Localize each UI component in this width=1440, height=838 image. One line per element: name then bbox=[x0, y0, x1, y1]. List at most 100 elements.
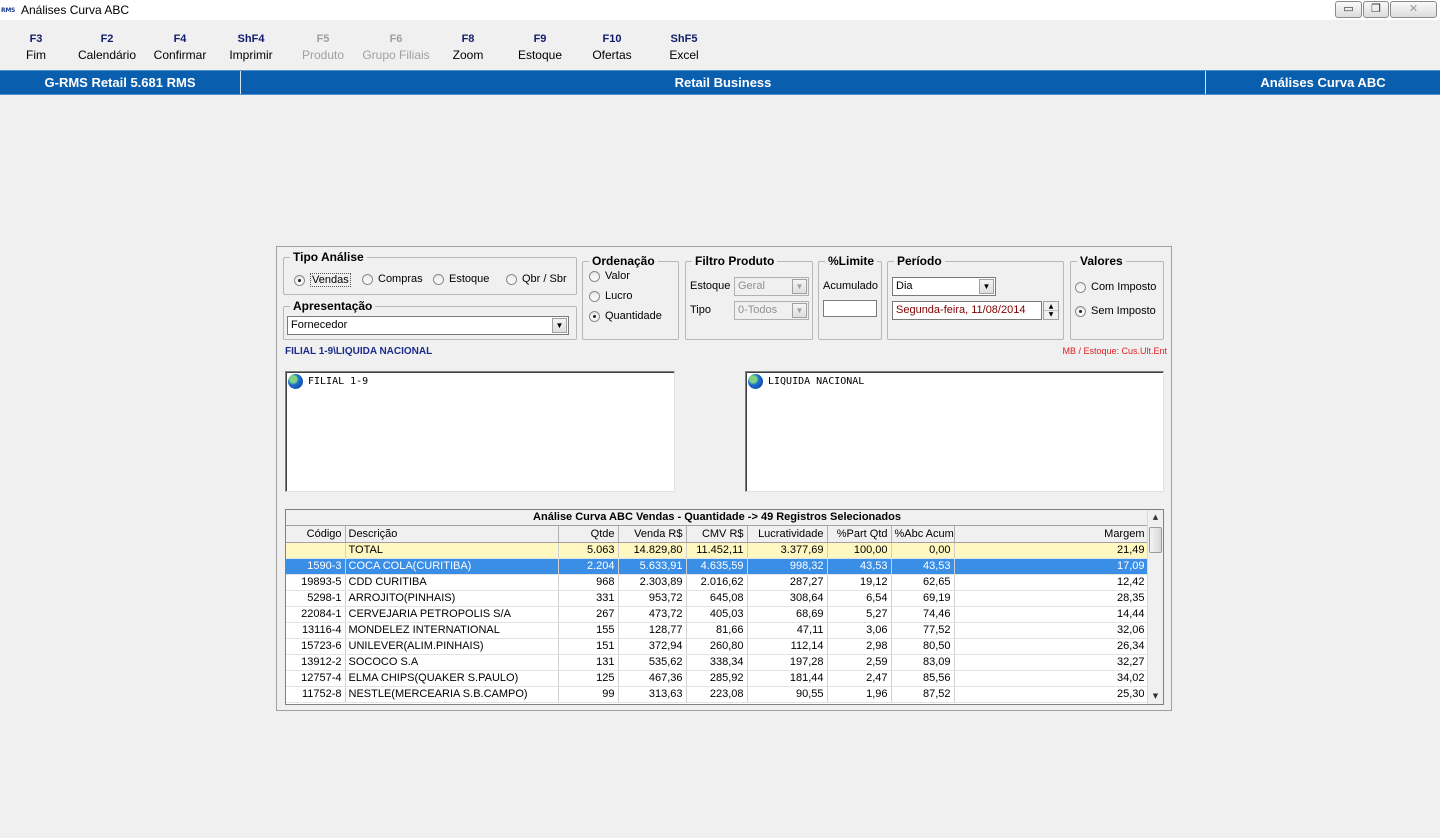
total-row[interactable]: TOTAL 5.063 14.829,80 11.452,11 3.377,69 100,… bbox=[286, 542, 1149, 559]
table-row[interactable]: 19893-5 CDD CURITIBA 968 2.303,89 2.016,62 28… bbox=[286, 574, 1149, 591]
cell-descricao: NESTLE(MERCEARIA S.B.CAMPO) bbox=[345, 686, 559, 703]
cell-descricao: MONDELEZ INTERNATIONAL bbox=[345, 622, 559, 639]
table-row[interactable]: 13116-4 MONDELEZ INTERNATIONAL 155 128,77 81… bbox=[286, 622, 1149, 639]
col-abc-acum[interactable]: %Abc Acum bbox=[891, 526, 955, 543]
radio-compras[interactable]: Compras bbox=[362, 273, 423, 285]
cell-venda: 5.633,91 bbox=[618, 558, 687, 575]
toolbar-button-excel[interactable]: ShF5 Excel bbox=[649, 31, 719, 63]
scroll-thumb[interactable] bbox=[1149, 527, 1162, 553]
estoque-label: Estoque bbox=[690, 280, 731, 292]
apresentacao-select[interactable]: Fornecedor ▼ bbox=[287, 316, 569, 335]
toolbar-button-grupo-filiais[interactable]: F6 Grupo Filiais bbox=[356, 31, 436, 63]
cell-lucr: 3.377,69 bbox=[747, 542, 828, 559]
toolbar-button-calendario[interactable]: F2 Calendário bbox=[72, 31, 142, 63]
table-row[interactable]: 5298-1 ARROJITO(PINHAIS) 331 953,72 645,08 30… bbox=[286, 590, 1149, 607]
col-codigo[interactable]: Código bbox=[286, 526, 346, 543]
cell-part: 3,06 bbox=[827, 622, 892, 639]
toolbar-button-confirmar[interactable]: F4 Confirmar bbox=[145, 31, 215, 63]
radio-sem-imposto[interactable]: Sem Imposto bbox=[1075, 305, 1156, 317]
radio-icon bbox=[433, 273, 444, 285]
shortcut-key: F10 bbox=[602, 33, 622, 45]
col-margem[interactable]: Margem bbox=[954, 526, 1149, 543]
periodo-unit-select[interactable]: Dia ▼ bbox=[892, 277, 996, 296]
toolbar-button-imprimir[interactable]: ShF4 Imprimir bbox=[216, 31, 286, 63]
cell-cmv: 645,08 bbox=[686, 590, 748, 607]
spin-up-icon[interactable]: ▲ bbox=[1044, 302, 1058, 311]
shortcut-key: F2 bbox=[100, 33, 114, 45]
scroll-down-icon[interactable]: ▼ bbox=[1148, 689, 1163, 704]
fornecedor-tree[interactable]: LIQUIDA NACIONAL bbox=[745, 371, 1164, 492]
tree-node-filial[interactable]: FILIAL 1-9 bbox=[288, 374, 368, 389]
acumulado-input[interactable] bbox=[823, 300, 877, 317]
radio-icon bbox=[362, 273, 373, 285]
cell-descricao: ELMA CHIPS(QUAKER S.PAULO) bbox=[345, 670, 559, 687]
cell-qtde: 2.204 bbox=[558, 558, 619, 575]
col-lucratividade[interactable]: Lucratividade bbox=[747, 526, 828, 543]
filtro-produto-group: Filtro Produto Estoque Geral ▼ Tipo 0-To… bbox=[685, 254, 813, 340]
cell-lucr: 90,55 bbox=[747, 686, 828, 703]
col-part-qtd[interactable]: %Part Qtd bbox=[827, 526, 892, 543]
cell-part: 5,27 bbox=[827, 606, 892, 623]
toolbar-label: Excel bbox=[669, 48, 699, 62]
shortcut-key: F5 bbox=[316, 33, 330, 45]
filial-tree[interactable]: FILIAL 1-9 bbox=[285, 371, 675, 492]
selection-path: FILIAL 1-9\LIQUIDA NACIONAL bbox=[285, 346, 433, 357]
grid-caption: Análise Curva ABC Vendas - Quantidade ->… bbox=[286, 510, 1148, 526]
toolbar-label: Calendário bbox=[77, 48, 137, 62]
toolbar-button-produto[interactable]: F5 Produto bbox=[288, 31, 358, 63]
cell-lucr: 998,32 bbox=[747, 558, 828, 575]
radio-com-imposto[interactable]: Com Imposto bbox=[1075, 281, 1156, 293]
toolbar-button-fim[interactable]: F3 Fim bbox=[1, 31, 71, 63]
radio-valor[interactable]: Valor bbox=[589, 270, 630, 282]
table-row[interactable]: 11752-8 NESTLE(MERCEARIA S.B.CAMPO) 99 313,… bbox=[286, 686, 1149, 703]
toolbar-label: Produto bbox=[301, 48, 345, 62]
cell-venda: 467,36 bbox=[618, 670, 687, 687]
restore-button[interactable]: ❐ bbox=[1363, 1, 1389, 18]
header-row: Código Descrição Qtde Venda R$ CMV R$ Lu… bbox=[286, 526, 1149, 543]
cell-lucr: 308,64 bbox=[747, 590, 828, 607]
toolbar-button-zoom[interactable]: F8 Zoom bbox=[433, 31, 503, 63]
tipo-select[interactable]: 0-Todos ▼ bbox=[734, 301, 809, 320]
table-row[interactable]: 13912-2 SOCOCO S.A 131 535,62 338,34 197,28 2,… bbox=[286, 654, 1149, 671]
col-venda[interactable]: Venda R$ bbox=[618, 526, 687, 543]
table-row[interactable]: 15723-6 UNILEVER(ALIM.PINHAIS) 151 372,94 26… bbox=[286, 638, 1149, 655]
group-title: %Limite bbox=[825, 254, 878, 268]
tree-node-liquida[interactable]: LIQUIDA NACIONAL bbox=[748, 374, 864, 389]
table-row[interactable]: 1590-3 COCA COLA(CURITIBA) 2.204 5.633,91 4.… bbox=[286, 558, 1149, 575]
table-row[interactable]: 22084-1 CERVEJARIA PETROPOLIS S/A 267 473,7… bbox=[286, 606, 1149, 623]
toolbar-button-estoque[interactable]: F9 Estoque bbox=[505, 31, 575, 63]
col-cmv[interactable]: CMV R$ bbox=[686, 526, 748, 543]
radio-quantidade[interactable]: Quantidade bbox=[589, 310, 662, 322]
radio-qbr-sbr[interactable]: Qbr / Sbr bbox=[506, 273, 567, 285]
cell-venda: 128,77 bbox=[618, 622, 687, 639]
cell-qtde: 99 bbox=[558, 686, 619, 703]
radio-vendas[interactable]: Vendas bbox=[294, 273, 351, 287]
col-qtde[interactable]: Qtde bbox=[558, 526, 619, 543]
minimize-button[interactable]: ▭ bbox=[1335, 1, 1362, 18]
cell-cmv: 405,03 bbox=[686, 606, 748, 623]
cell-descricao: CDD CURITIBA bbox=[345, 574, 559, 591]
cell-qtde: 5.063 bbox=[558, 542, 619, 559]
cell-abc: 69,19 bbox=[891, 590, 955, 607]
cell-margem: 32,06 bbox=[954, 622, 1149, 639]
radio-lucro[interactable]: Lucro bbox=[589, 290, 633, 302]
estoque-select[interactable]: Geral ▼ bbox=[734, 277, 809, 296]
group-title: Apresentação bbox=[290, 299, 376, 313]
toolbar-label: Grupo Filiais bbox=[362, 48, 430, 62]
limite-group: %Limite Acumulado bbox=[818, 254, 882, 340]
cell-lucr: 181,44 bbox=[747, 670, 828, 687]
cell-codigo: 13912-2 bbox=[286, 654, 346, 671]
col-descricao[interactable]: Descrição bbox=[345, 526, 559, 543]
table-row[interactable]: 12757-4 ELMA CHIPS(QUAKER S.PAULO) 125 467,… bbox=[286, 670, 1149, 687]
vertical-scrollbar[interactable]: ▲ ▼ bbox=[1147, 510, 1163, 704]
toolbar-button-ofertas[interactable]: F10 Ofertas bbox=[577, 31, 647, 63]
analysis-panel: Tipo Análise Vendas Compras Estoque Qbr … bbox=[276, 246, 1172, 711]
scroll-up-icon[interactable]: ▲ bbox=[1148, 510, 1163, 525]
spin-down-icon[interactable]: ▼ bbox=[1044, 311, 1058, 319]
periodo-date-picker[interactable]: Segunda-feira, 11/08/2014 bbox=[892, 301, 1042, 320]
date-spinner[interactable]: ▲ ▼ bbox=[1043, 301, 1059, 320]
close-button[interactable]: ✕ bbox=[1390, 1, 1437, 18]
globe-icon bbox=[288, 374, 303, 389]
abc-grid[interactable]: Análise Curva ABC Vendas - Quantidade ->… bbox=[285, 509, 1164, 705]
radio-estoque[interactable]: Estoque bbox=[433, 273, 489, 285]
